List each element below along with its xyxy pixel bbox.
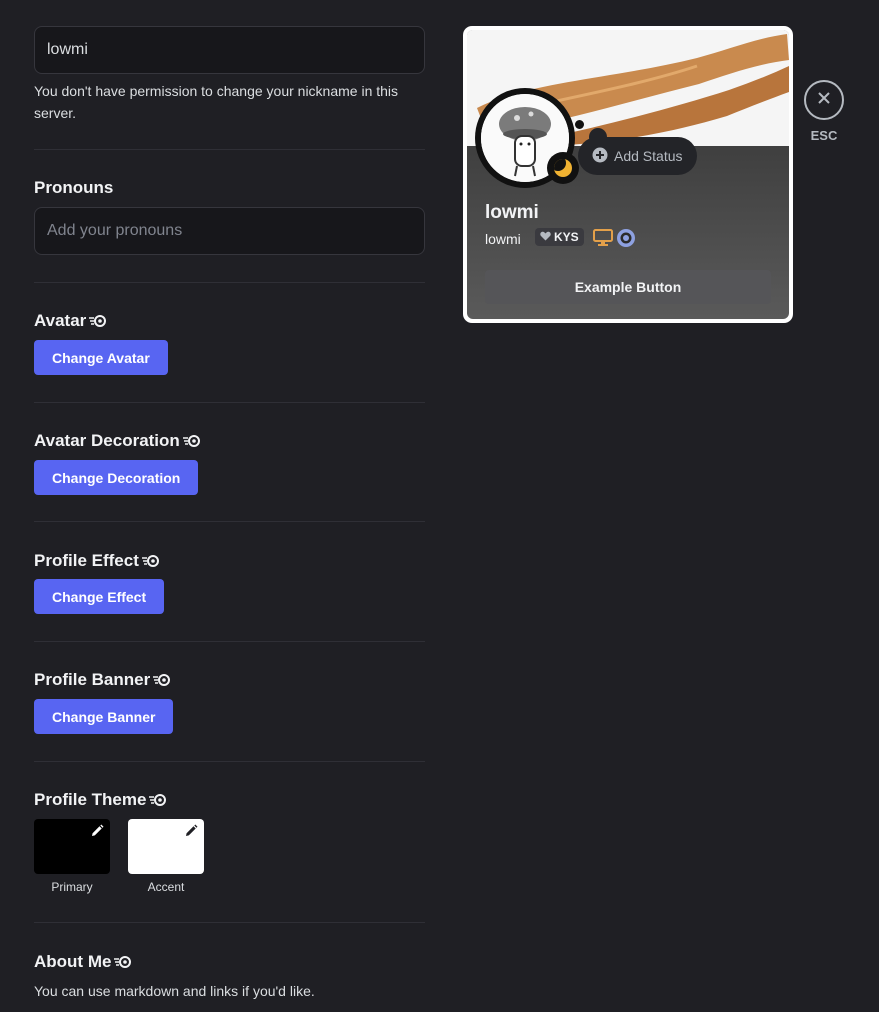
avatar-label-text: Avatar (34, 311, 87, 330)
profile-theme-label: Profile Theme (34, 790, 167, 810)
nickname-permission-note: You don't have permission to change your… (34, 83, 399, 121)
avatar-decoration-label: Avatar Decoration (34, 431, 201, 451)
server-tag-label: KYS (554, 230, 579, 244)
nitro-icon (114, 955, 132, 969)
pencil-icon (184, 824, 198, 843)
example-button[interactable]: Example Button (485, 270, 771, 304)
nitro-badge-icon[interactable] (615, 227, 637, 254)
change-banner-button[interactable]: Change Banner (34, 699, 174, 734)
pronouns-label: Pronouns (34, 178, 114, 197)
close-button[interactable] (804, 80, 844, 120)
about-me-label-text: About Me (34, 952, 112, 971)
nitro-icon (141, 554, 160, 568)
pencil-icon (90, 824, 104, 843)
profile-theme-label-text: Profile Theme (34, 790, 147, 809)
display-name: lowmi (485, 202, 539, 223)
nickname-input[interactable] (34, 26, 425, 74)
close-icon (817, 91, 831, 110)
change-effect-button[interactable]: Change Effect (34, 579, 165, 614)
username: lowmi (485, 231, 521, 247)
profile-banner-label-text: Profile Banner (34, 670, 151, 689)
profile-preview-card: Add Status lowmi lowmi KYS Example Butto… (463, 26, 793, 323)
accent-color-swatch[interactable] (128, 819, 204, 874)
accent-label: Accent (147, 880, 185, 894)
about-me-note: You can use markdown and links if you'd … (34, 983, 315, 999)
profile-effect-label: Profile Effect (34, 551, 160, 571)
divider (34, 641, 425, 642)
change-avatar-button[interactable]: Change Avatar (34, 340, 168, 375)
divider (34, 282, 425, 283)
avatar-decoration-label-text: Avatar Decoration (34, 431, 180, 450)
profile-effect-label-text: Profile Effect (34, 551, 139, 570)
profile-preview-body: Add Status lowmi lowmi KYS Example Butto… (467, 30, 789, 319)
divider (34, 402, 425, 403)
avatar-label: Avatar (34, 311, 107, 331)
idle-status-icon (547, 152, 579, 184)
nitro-icon (89, 314, 107, 328)
esc-label: ESC (810, 128, 838, 143)
about-me-label: About Me (34, 952, 132, 972)
nitro-icon (149, 793, 167, 807)
plus-circle-icon (592, 147, 608, 166)
divider (34, 922, 425, 923)
add-status-button[interactable]: Add Status (578, 137, 697, 175)
divider (34, 149, 425, 150)
nitro-icon (182, 434, 201, 448)
pronouns-input[interactable] (34, 207, 425, 255)
profile-banner-label: Profile Banner (34, 670, 171, 690)
monitor-badge-icon[interactable] (593, 229, 613, 252)
add-status-label: Add Status (614, 148, 683, 164)
avatar[interactable] (475, 88, 579, 188)
primary-label: Primary (51, 880, 93, 894)
divider (34, 761, 425, 762)
primary-color-swatch[interactable] (34, 819, 110, 874)
divider (34, 521, 425, 522)
nitro-icon (153, 673, 171, 687)
server-tag[interactable]: KYS (535, 228, 584, 246)
status-bubble (575, 120, 584, 129)
heart-icon (540, 230, 551, 244)
change-decoration-button[interactable]: Change Decoration (34, 460, 199, 495)
